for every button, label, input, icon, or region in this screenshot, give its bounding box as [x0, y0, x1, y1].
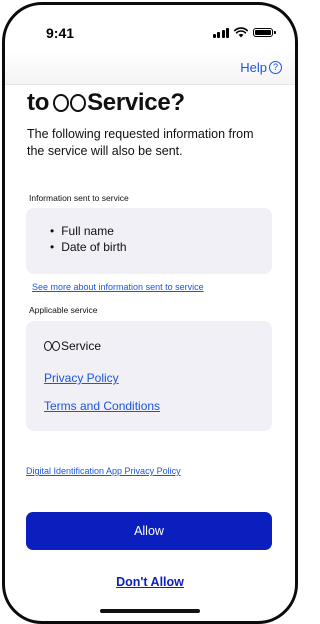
help-button[interactable]: Help ?: [240, 60, 282, 75]
service-name-text: Service: [61, 339, 102, 353]
service-card: Service Privacy Policy Terms and Conditi…: [26, 321, 272, 431]
terms-conditions-link[interactable]: Terms and Conditions: [44, 399, 160, 413]
home-indicator: [100, 609, 200, 613]
service-section-label: Applicable service: [29, 305, 98, 315]
wifi-icon: [234, 27, 248, 38]
info-card: Full name Date of birth: [26, 208, 272, 274]
navigation-bar: Help ?: [5, 51, 295, 85]
status-bar: 9:41: [5, 5, 295, 51]
info-item-full-name: Full name: [50, 223, 127, 239]
consent-description: The following requested information from…: [27, 127, 254, 158]
status-icons: [212, 27, 276, 38]
battery-icon: [253, 28, 276, 37]
cellular-signal-icon: [212, 27, 229, 38]
see-more-info-link[interactable]: See more about information sent to servi…: [32, 282, 204, 292]
info-item-date-of-birth: Date of birth: [50, 239, 126, 255]
service-logo-icon: [53, 94, 87, 112]
info-section-label: Information sent to service: [29, 193, 129, 203]
title-prefix: to: [27, 89, 50, 116]
service-logo-small-icon: [44, 341, 60, 351]
phone-frame: 9:41 Help ? to Service? The following req…: [2, 2, 298, 624]
dont-allow-button[interactable]: Don't Allow: [5, 575, 295, 589]
help-label: Help: [240, 60, 267, 75]
service-name: Service: [44, 339, 101, 353]
status-time: 9:41: [46, 25, 75, 41]
info-list: Full name Date of birth: [50, 223, 127, 255]
question-circle-icon: ?: [269, 61, 282, 74]
title-suffix: Service?: [87, 89, 185, 116]
page-title: to Service?: [27, 89, 185, 117]
consent-content: to Service? The following requested infor…: [5, 84, 295, 621]
privacy-policy-link[interactable]: Privacy Policy: [44, 371, 119, 385]
app-privacy-policy-link[interactable]: Digital Identification App Privacy Polic…: [26, 466, 181, 476]
allow-button[interactable]: Allow: [26, 512, 272, 550]
